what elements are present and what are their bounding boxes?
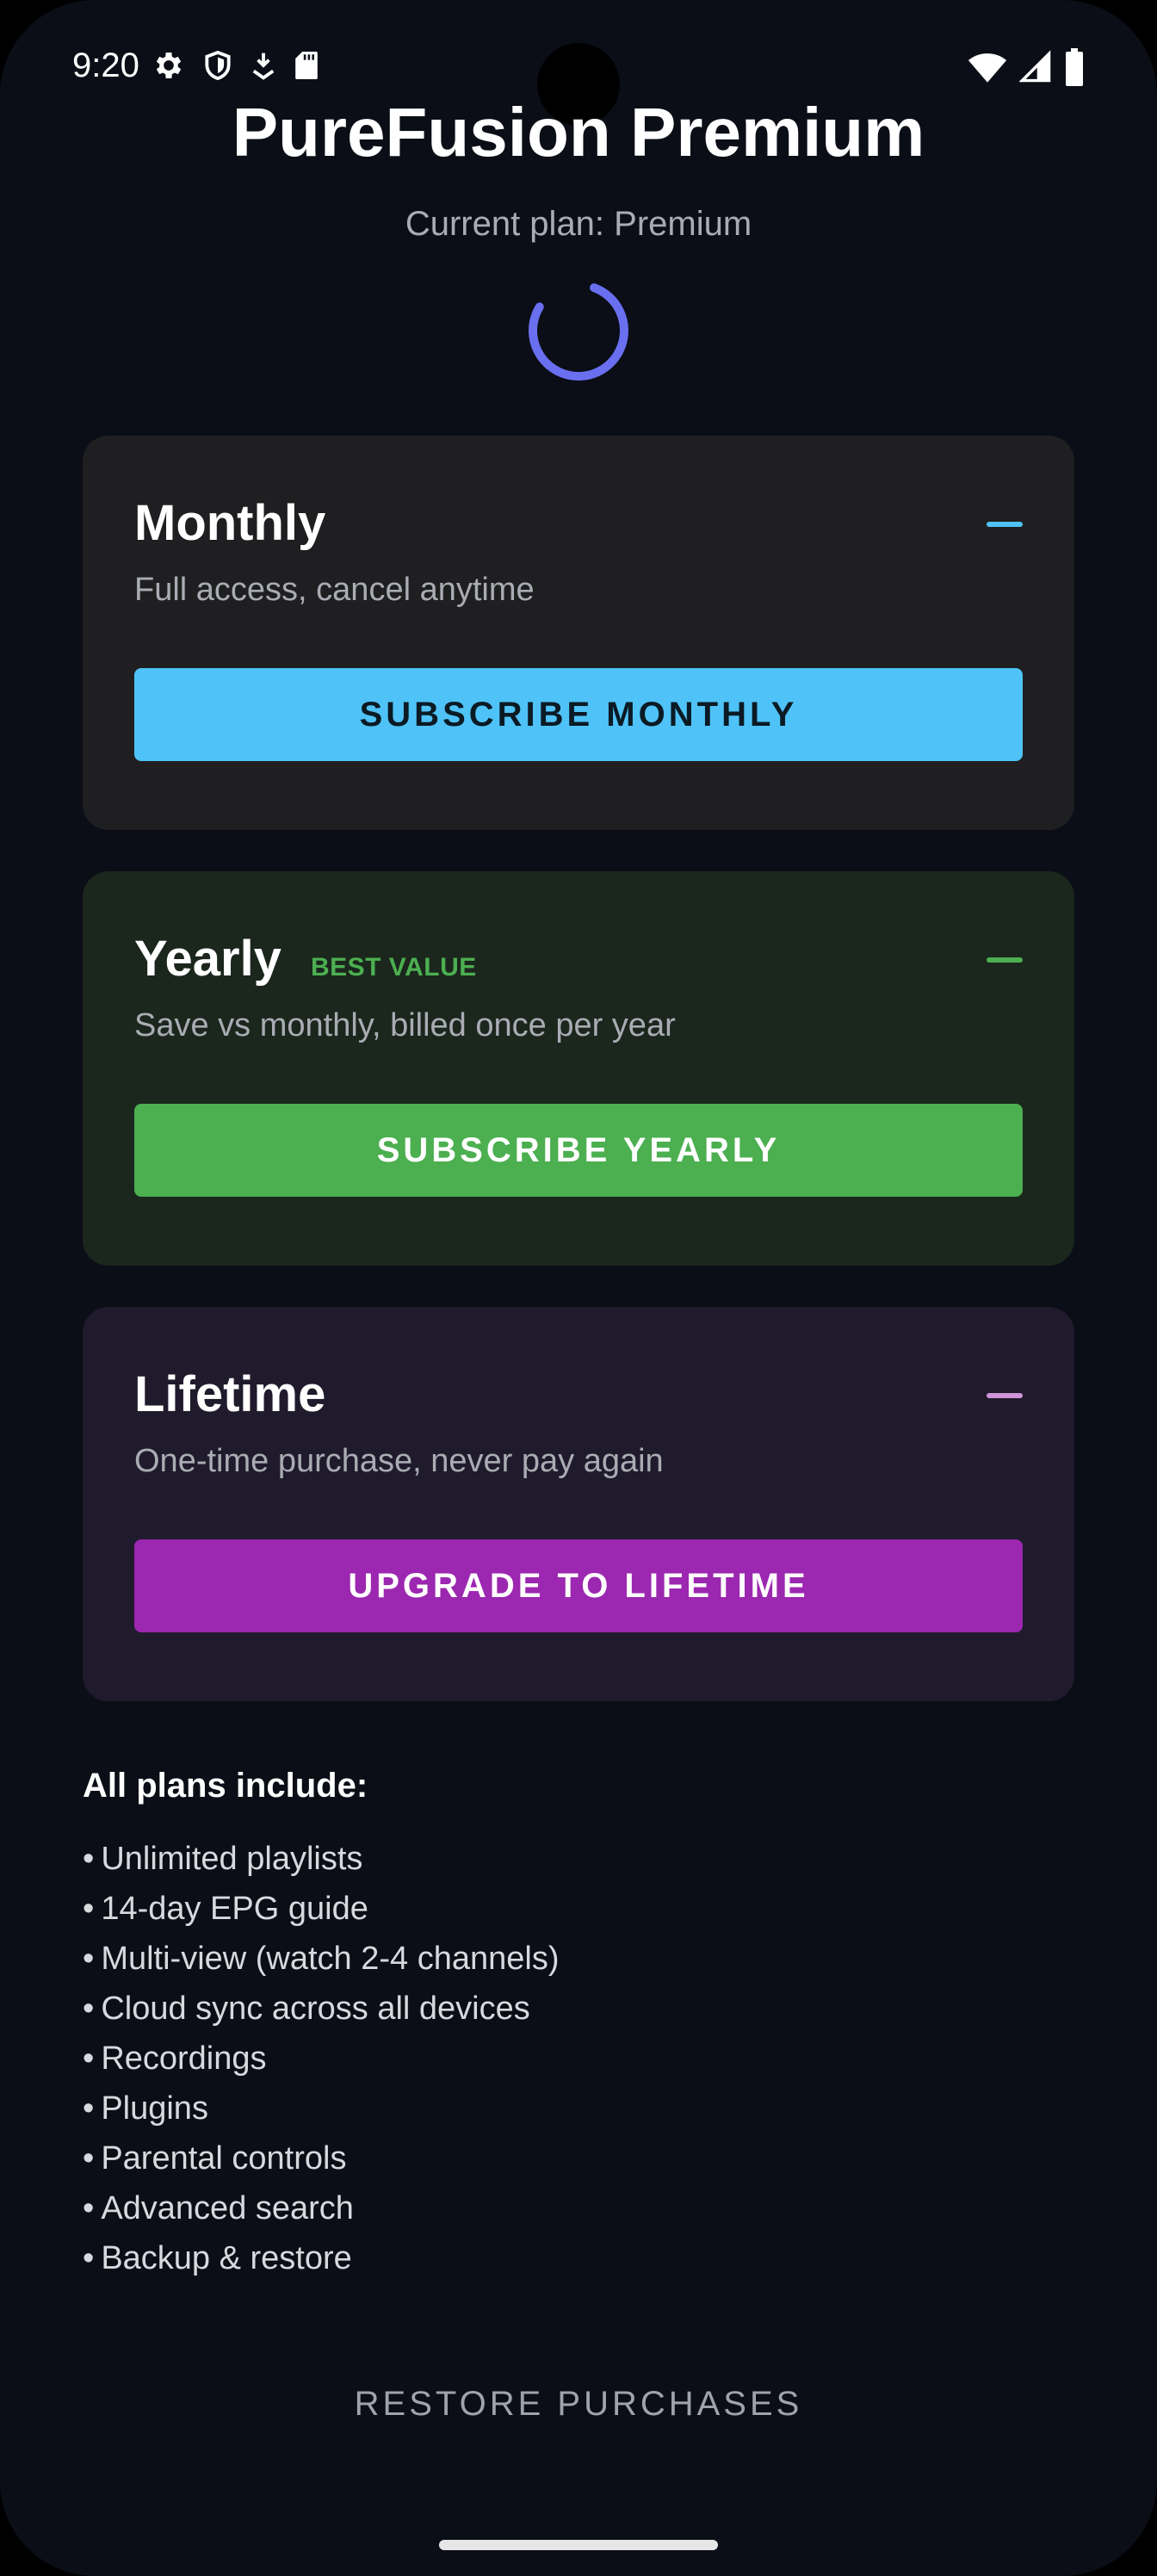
status-icons-left bbox=[152, 48, 320, 83]
page-title: PureFusion Premium bbox=[232, 94, 925, 170]
plan-description: Save vs monthly, billed once per year bbox=[134, 1007, 676, 1043]
list-item: • Unlimited playlists bbox=[83, 1841, 363, 1877]
list-item: • Plugins bbox=[83, 2090, 208, 2127]
best-value-badge: BEST VALUE bbox=[310, 953, 477, 981]
list-item: • Recordings bbox=[83, 2040, 267, 2077]
cellular-signal-icon bbox=[1018, 50, 1052, 89]
status-icons-right bbox=[968, 48, 1085, 90]
download-icon bbox=[250, 48, 277, 83]
plan-description: One-time purchase, never pay again bbox=[134, 1443, 664, 1479]
plan-accent-dash bbox=[987, 957, 1023, 963]
list-item: • Multi-view (watch 2-4 channels) bbox=[83, 1941, 560, 1977]
list-item: • 14-day EPG guide bbox=[83, 1891, 368, 1927]
loading-spinner-icon bbox=[529, 281, 628, 381]
plan-title-row: Lifetime bbox=[134, 1365, 325, 1423]
subscribe-yearly-button[interactable]: SUBSCRIBE YEARLY bbox=[134, 1104, 1023, 1197]
settings-icon bbox=[152, 48, 186, 83]
plan-title: Monthly bbox=[134, 495, 326, 551]
sd-card-icon bbox=[293, 48, 320, 83]
plan-title-row: Monthly bbox=[134, 494, 325, 552]
battery-icon bbox=[1064, 48, 1085, 90]
status-time: 9:20 bbox=[72, 46, 139, 84]
plan-card-yearly: Yearly BEST VALUE Save vs monthly, bille… bbox=[83, 871, 1074, 1266]
list-item: • Advanced search bbox=[83, 2190, 354, 2226]
list-item: • Backup & restore bbox=[83, 2240, 352, 2276]
current-plan-label: Current plan: Premium bbox=[405, 205, 752, 243]
plan-title-row: Yearly BEST VALUE bbox=[134, 930, 477, 988]
features-title: All plans include: bbox=[83, 1767, 368, 1805]
plan-accent-dash bbox=[987, 1393, 1023, 1398]
upgrade-lifetime-button[interactable]: UPGRADE TO LIFETIME bbox=[134, 1539, 1023, 1632]
home-indicator[interactable] bbox=[439, 2540, 718, 2550]
screen: 9:20 PureFusion Premium Current plan: Pr… bbox=[0, 0, 1157, 2576]
list-item: • Parental controls bbox=[83, 2140, 347, 2177]
subscribe-monthly-button[interactable]: SUBSCRIBE MONTHLY bbox=[134, 668, 1023, 761]
plan-title: Lifetime bbox=[134, 1366, 326, 1422]
plan-accent-dash bbox=[987, 522, 1023, 527]
shield-icon bbox=[201, 48, 234, 83]
wifi-icon bbox=[968, 50, 1007, 89]
restore-purchases-button[interactable]: RESTORE PURCHASES bbox=[320, 2369, 837, 2438]
plan-title: Yearly bbox=[134, 931, 282, 987]
plan-description: Full access, cancel anytime bbox=[134, 572, 535, 608]
plan-card-lifetime: Lifetime One-time purchase, never pay ag… bbox=[83, 1307, 1074, 1701]
plan-card-monthly: Monthly Full access, cancel anytime SUBS… bbox=[83, 436, 1074, 830]
list-item: • Cloud sync across all devices bbox=[83, 1991, 530, 2027]
features-list: • Unlimited playlists • 14-day EPG guide •… bbox=[83, 1834, 560, 2283]
